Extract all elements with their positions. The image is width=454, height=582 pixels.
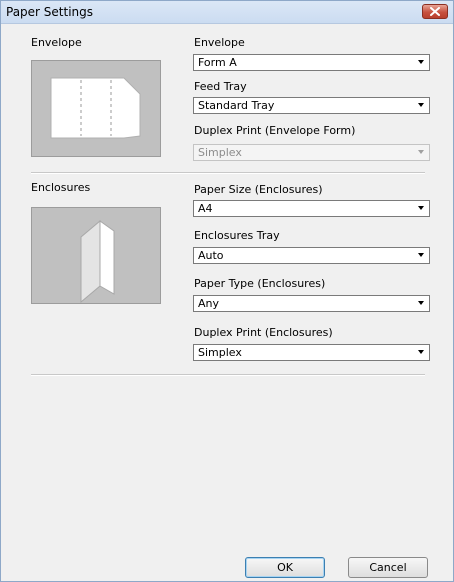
envelope-duplex-label: Duplex Print (Envelope Form) bbox=[194, 124, 356, 137]
chevron-down-icon bbox=[418, 301, 424, 305]
chevron-down-icon bbox=[418, 350, 424, 354]
envelope-label: Envelope bbox=[194, 36, 245, 49]
chevron-down-icon bbox=[418, 206, 424, 210]
paper-size-value: A4 bbox=[198, 202, 213, 215]
enclosures-tray-select[interactable]: Auto bbox=[193, 247, 430, 264]
title-bar[interactable]: Paper Settings bbox=[1, 1, 453, 24]
chevron-down-icon bbox=[418, 150, 424, 154]
enclosures-illustration bbox=[80, 219, 115, 304]
enclosures-duplex-value: Simplex bbox=[198, 346, 242, 359]
cancel-button[interactable]: Cancel bbox=[348, 557, 428, 578]
envelope-select[interactable]: Form A bbox=[193, 54, 430, 71]
envelope-value: Form A bbox=[198, 56, 237, 69]
envelope-section-label: Envelope bbox=[31, 36, 82, 49]
close-button[interactable] bbox=[422, 4, 448, 19]
section-divider bbox=[31, 172, 425, 174]
enclosures-section-label: Enclosures bbox=[31, 181, 91, 194]
feed-tray-select[interactable]: Standard Tray bbox=[193, 97, 430, 114]
chevron-down-icon bbox=[418, 60, 424, 64]
window-title: Paper Settings bbox=[6, 5, 94, 19]
paper-type-value: Any bbox=[198, 297, 220, 310]
envelope-duplex-select: Simplex bbox=[193, 144, 430, 161]
envelope-illustration bbox=[50, 77, 141, 139]
enclosures-duplex-select[interactable]: Simplex bbox=[193, 344, 430, 361]
feed-tray-label: Feed Tray bbox=[194, 80, 247, 93]
feed-tray-value: Standard Tray bbox=[198, 99, 275, 112]
section-divider bbox=[31, 374, 425, 376]
enclosures-tray-value: Auto bbox=[198, 249, 224, 262]
ok-button[interactable]: OK bbox=[245, 557, 325, 578]
enclosures-preview-image bbox=[31, 207, 161, 304]
chevron-down-icon bbox=[418, 253, 424, 257]
enclosures-duplex-label: Duplex Print (Enclosures) bbox=[194, 326, 333, 339]
paper-settings-dialog: Paper Settings Envelope Envelope Form A … bbox=[0, 0, 454, 582]
close-icon bbox=[430, 7, 440, 16]
paper-size-select[interactable]: A4 bbox=[193, 200, 430, 217]
envelope-duplex-value: Simplex bbox=[198, 146, 242, 159]
enclosures-tray-label: Enclosures Tray bbox=[194, 229, 280, 242]
chevron-down-icon bbox=[418, 103, 424, 107]
envelope-preview-image bbox=[31, 60, 161, 157]
paper-type-label: Paper Type (Enclosures) bbox=[194, 277, 326, 290]
paper-size-label: Paper Size (Enclosures) bbox=[194, 183, 323, 196]
paper-type-select[interactable]: Any bbox=[193, 295, 430, 312]
